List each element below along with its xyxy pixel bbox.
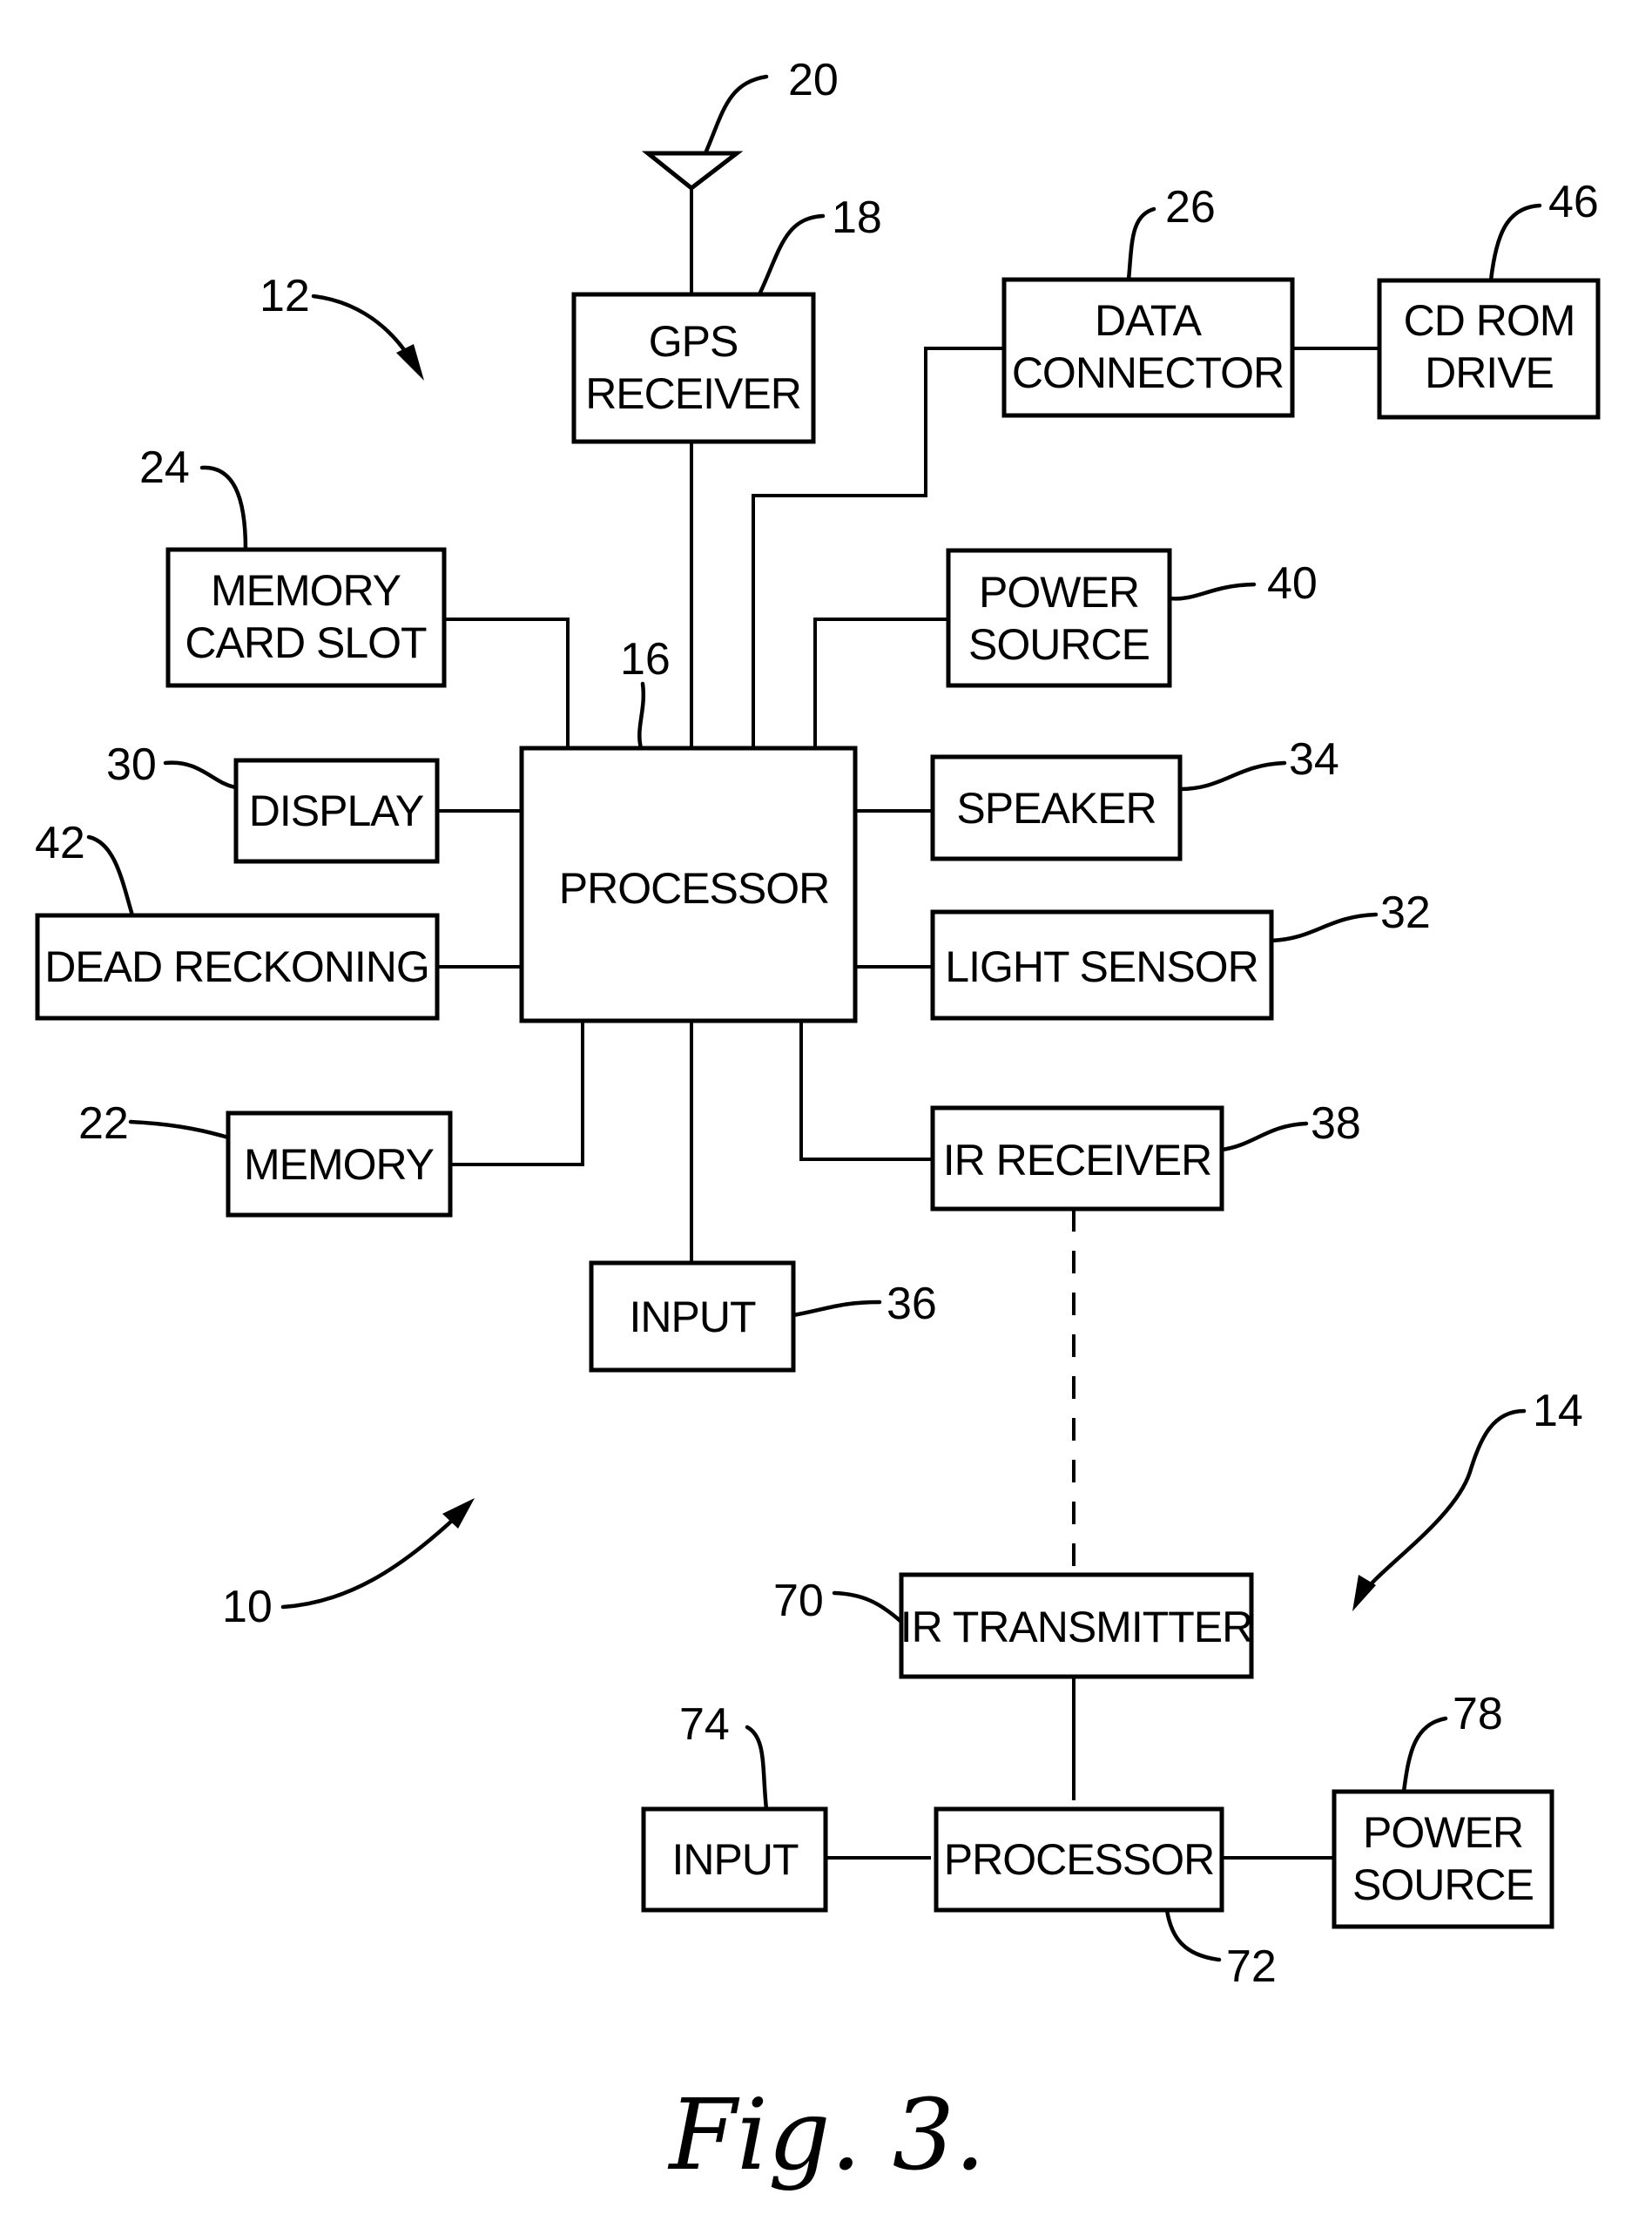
ref-10: 10 [222, 1582, 273, 1632]
leader-36 [791, 1300, 882, 1318]
ref-24: 24 [139, 442, 190, 493]
display-label: DISPLAY [249, 786, 424, 835]
block-power-source-main: POWER SOURCE 40 [946, 548, 1318, 688]
ref-34: 34 [1289, 734, 1339, 785]
data-connector-label-1: DATA [1095, 296, 1203, 345]
ref-18: 18 [832, 192, 882, 243]
block-memory: MEMORY 22 [78, 1098, 453, 1218]
ref-20: 20 [788, 55, 839, 105]
wire-irreceiver-processor [799, 1021, 933, 1161]
speaker-label: SPEAKER [956, 784, 1156, 833]
leader-78 [1401, 1716, 1448, 1794]
unit-ref-12: 12 [260, 271, 424, 381]
leader-20 [703, 74, 769, 156]
ref-74: 74 [679, 1699, 730, 1750]
leader-70 [832, 1590, 904, 1624]
ref-22: 22 [78, 1098, 129, 1149]
block-processor-remote: PROCESSOR 72 [934, 1806, 1277, 1992]
ir-receiver-label: IR RECEIVER [943, 1136, 1212, 1185]
arrowhead-12-icon [396, 344, 424, 381]
gps-receiver-label-2: RECEIVER [585, 369, 801, 418]
input-remote-label: INPUT [672, 1835, 799, 1884]
ref-30: 30 [106, 739, 157, 790]
ref-70: 70 [773, 1576, 824, 1626]
leader-16 [637, 681, 646, 751]
block-memory-card-slot: MEMORY CARD SLOT 24 [139, 442, 447, 688]
data-connector-label-2: CONNECTOR [1012, 348, 1284, 397]
ref-16: 16 [620, 634, 671, 685]
wire-memory-processor [450, 1021, 584, 1166]
patent-figure: 20 GPS RECEIVER 18 DATA CONNECTOR 26 CD … [0, 0, 1652, 2221]
block-data-connector: DATA CONNECTOR 26 [1001, 182, 1295, 418]
arrow-10 [280, 1517, 455, 1610]
dead-reckoning-label: DEAD RECKONING [44, 942, 429, 991]
arrow-14 [1360, 1408, 1527, 1597]
leader-26 [1126, 206, 1156, 282]
ref-42: 42 [35, 818, 85, 868]
system-ref-10: 10 [222, 1498, 475, 1632]
leader-32 [1269, 912, 1379, 943]
antenna-icon [641, 151, 744, 192]
power-source-remote-label-2: SOURCE [1352, 1860, 1534, 1909]
leader-72 [1164, 1907, 1222, 1962]
ref-38: 38 [1311, 1098, 1361, 1149]
block-diagram: 20 GPS RECEIVER 18 DATA CONNECTOR 26 CD … [35, 55, 1601, 2192]
block-display: DISPLAY 30 [106, 739, 440, 864]
ref-46: 46 [1548, 177, 1599, 227]
block-input-remote: INPUT 74 [641, 1699, 828, 1913]
memory-label: MEMORY [244, 1140, 435, 1189]
figure-caption: Fig. 3. [667, 2079, 985, 2192]
leader-42 [86, 834, 135, 918]
power-source-remote-label-1: POWER [1363, 1808, 1523, 1857]
unit-ref-14: 14 [1352, 1386, 1583, 1611]
leader-74 [745, 1725, 769, 1812]
power-source-main-label-2: SOURCE [968, 620, 1150, 669]
processor-remote-label: PROCESSOR [944, 1835, 1215, 1884]
leader-38 [1219, 1121, 1309, 1152]
block-speaker: SPEAKER 34 [930, 734, 1339, 861]
ref-14: 14 [1533, 1386, 1583, 1436]
block-ir-receiver: IR RECEIVER 38 [930, 1098, 1361, 1212]
leader-22 [128, 1119, 231, 1140]
leader-46 [1488, 203, 1542, 283]
power-source-main-label-1: POWER [979, 568, 1139, 617]
ref-72: 72 [1226, 1941, 1277, 1992]
input-main-label: INPUT [630, 1293, 756, 1341]
ref-12: 12 [260, 271, 310, 321]
ref-26: 26 [1165, 182, 1216, 233]
ref-40: 40 [1267, 558, 1318, 609]
block-light-sensor: LIGHT SENSOR 32 [930, 888, 1431, 1021]
block-cd-rom-drive: CD ROM DRIVE 46 [1377, 177, 1601, 420]
block-ir-transmitter: IR TRANSMITTER 70 [773, 1572, 1254, 1679]
ir-transmitter-label: IR TRANSMITTER [900, 1603, 1253, 1651]
leader-30 [163, 760, 239, 790]
leader-18 [757, 213, 826, 297]
memory-card-slot-label-1: MEMORY [211, 566, 401, 615]
leader-24 [199, 465, 248, 552]
block-gps-receiver: GPS RECEIVER 18 [571, 192, 882, 444]
ref-36: 36 [887, 1279, 937, 1329]
leader-34 [1177, 760, 1287, 792]
memory-card-slot-label-2: CARD SLOT [185, 618, 427, 667]
wire-power-processor [813, 618, 948, 750]
ref-32: 32 [1380, 888, 1431, 938]
arrow-12 [311, 294, 412, 360]
cd-rom-drive-label-1: CD ROM [1404, 296, 1575, 345]
ref-78: 78 [1453, 1689, 1503, 1739]
wire-memorycard-processor [444, 618, 570, 750]
block-processor-main: PROCESSOR 16 [519, 634, 858, 1023]
light-sensor-label: LIGHT SENSOR [945, 942, 1258, 991]
cd-rom-drive-label-2: DRIVE [1425, 348, 1554, 397]
block-input-main: INPUT 36 [589, 1260, 937, 1373]
gps-receiver-label-1: GPS [649, 317, 738, 366]
processor-main-label: PROCESSOR [559, 864, 830, 913]
block-power-source-remote: POWER SOURCE 78 [1332, 1689, 1554, 1929]
leader-40 [1167, 582, 1257, 601]
antenna: 20 [641, 55, 839, 192]
